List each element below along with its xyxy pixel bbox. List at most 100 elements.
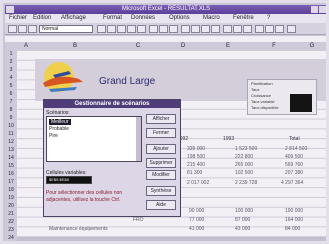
column-header-c[interactable]: C (115, 42, 161, 50)
column-header-d[interactable]: D (161, 42, 205, 50)
row-header[interactable]: 1 (5, 51, 17, 57)
cell[interactable]: 77 000 (189, 217, 204, 223)
row-header[interactable]: 12 (5, 139, 17, 145)
scenario-item[interactable]: Meilleur (49, 119, 71, 125)
close-button[interactable]: Fermer (146, 128, 176, 138)
row-header[interactable]: 13 (5, 147, 17, 153)
text-box-icon[interactable] (265, 25, 274, 33)
edit-button[interactable]: Modifier (146, 170, 176, 180)
borders-icon[interactable] (223, 25, 232, 33)
menu-donnees[interactable]: Données (131, 14, 155, 23)
merge-center-icon[interactable] (181, 25, 190, 33)
copy-icon[interactable] (233, 25, 242, 33)
row-header[interactable]: 14 (5, 155, 17, 161)
style-select[interactable]: Normal (39, 25, 93, 33)
menu-options[interactable]: Options (169, 14, 190, 23)
changing-cells-field[interactable]: $E$5:$E$8 (46, 176, 92, 184)
show-button[interactable]: Afficher (146, 114, 176, 124)
cell[interactable]: 90 000 (189, 208, 204, 214)
help-icon[interactable] (287, 25, 296, 33)
paste-icon[interactable] (243, 25, 252, 33)
chart-wizard-icon[interactable] (255, 25, 264, 33)
menu-format[interactable]: Format (103, 14, 122, 23)
cell[interactable]: 198 500 (187, 154, 205, 160)
cell[interactable]: 335 000 (187, 146, 205, 152)
currency-icon[interactable] (191, 25, 200, 33)
menu-fenetre[interactable]: Fenêtre (233, 14, 254, 23)
cell[interactable]: 81 300 (187, 170, 202, 176)
row-header[interactable]: 17 (5, 179, 17, 185)
italic-icon[interactable] (117, 25, 126, 33)
menu-edition[interactable]: Edition (33, 14, 51, 23)
minimize-button[interactable] (311, 6, 318, 13)
bold-icon[interactable] (107, 25, 116, 33)
cell[interactable]: 2 814 500 (285, 146, 307, 152)
cell[interactable]: 43 000 (235, 226, 250, 232)
help-button[interactable]: Aide (146, 200, 176, 210)
row-header[interactable]: 2 (5, 59, 17, 65)
cell[interactable]: 2 239 728 (235, 180, 257, 186)
cell[interactable]: 84 000 (285, 226, 300, 232)
row-header[interactable]: 23 (5, 227, 17, 233)
list-scrollbar[interactable] (136, 117, 141, 161)
column-header-b[interactable]: B (35, 42, 115, 50)
cell[interactable]: FRO (133, 217, 144, 223)
add-button[interactable]: Ajouter (146, 144, 176, 154)
cell[interactable]: 190 000 (285, 208, 303, 214)
row-header[interactable]: 20 (5, 203, 17, 209)
summary-button[interactable]: Synthèse (146, 186, 176, 196)
menu-affichage[interactable]: Affichage (61, 14, 86, 23)
maximize-button[interactable] (319, 6, 326, 13)
cell[interactable]: 2 017 002 (187, 180, 209, 186)
row-header[interactable]: 6 (5, 91, 17, 97)
row-header[interactable]: 18 (5, 187, 17, 193)
save-icon[interactable] (28, 25, 37, 33)
row-header[interactable]: 15 (5, 163, 17, 169)
drawing-icon[interactable] (275, 25, 284, 33)
column-header-f[interactable]: F (251, 42, 297, 50)
horizontal-scrollbar[interactable] (17, 237, 326, 241)
cell[interactable]: 87 000 (235, 217, 250, 223)
cell[interactable]: 102 500 (235, 170, 253, 176)
font-down-icon[interactable] (137, 25, 146, 33)
scenarios-list[interactable]: Meilleur Probable Pire (46, 116, 142, 162)
open-file-icon[interactable] (18, 25, 27, 33)
cell[interactable]: 4 297 364 (281, 180, 303, 186)
menu-fichier[interactable]: Fichier (9, 14, 27, 23)
dialog-title[interactable]: Gestionnaire de scénarios (44, 100, 180, 108)
column-header-a[interactable]: A (17, 42, 35, 50)
row-header[interactable]: 9 (5, 115, 17, 121)
cell[interactable]: 409 500 (285, 154, 303, 160)
scenario-item[interactable]: Probable (49, 126, 69, 132)
row-header[interactable]: 22 (5, 219, 17, 225)
menu-help[interactable]: ? (267, 14, 270, 23)
row-header[interactable]: 24 (5, 235, 17, 241)
cell[interactable]: 100 000 (235, 208, 253, 214)
cell[interactable]: 265 000 (235, 162, 253, 168)
cell[interactable]: 41 000 (189, 226, 204, 232)
row-header[interactable]: 8 (5, 107, 17, 113)
cell[interactable]: 164 000 (285, 217, 303, 223)
row-header[interactable]: 11 (5, 131, 17, 137)
comma-icon[interactable] (211, 25, 220, 33)
cell[interactable]: 569 760 (285, 162, 303, 168)
cell[interactable]: Maintenance équipements (49, 226, 108, 232)
font-up-icon[interactable] (127, 25, 136, 33)
align-center-icon[interactable] (159, 25, 168, 33)
percent-icon[interactable] (201, 25, 210, 33)
cell[interactable]: 215 400 (187, 162, 205, 168)
row-header[interactable]: 4 (5, 75, 17, 81)
row-header[interactable]: 16 (5, 171, 17, 177)
column-header-g[interactable]: G (297, 42, 326, 50)
row-header[interactable]: 10 (5, 123, 17, 129)
row-header[interactable]: 21 (5, 211, 17, 217)
align-right-icon[interactable] (169, 25, 178, 33)
align-left-icon[interactable] (149, 25, 158, 33)
menu-macro[interactable]: Macro (203, 14, 220, 23)
row-header[interactable]: 5 (5, 83, 17, 89)
sum-icon[interactable] (97, 25, 106, 33)
row-header[interactable]: 7 (5, 99, 17, 105)
cell[interactable]: 207 380 (285, 170, 303, 176)
new-file-icon[interactable] (8, 25, 17, 33)
delete-button[interactable]: Supprimer (146, 158, 176, 168)
